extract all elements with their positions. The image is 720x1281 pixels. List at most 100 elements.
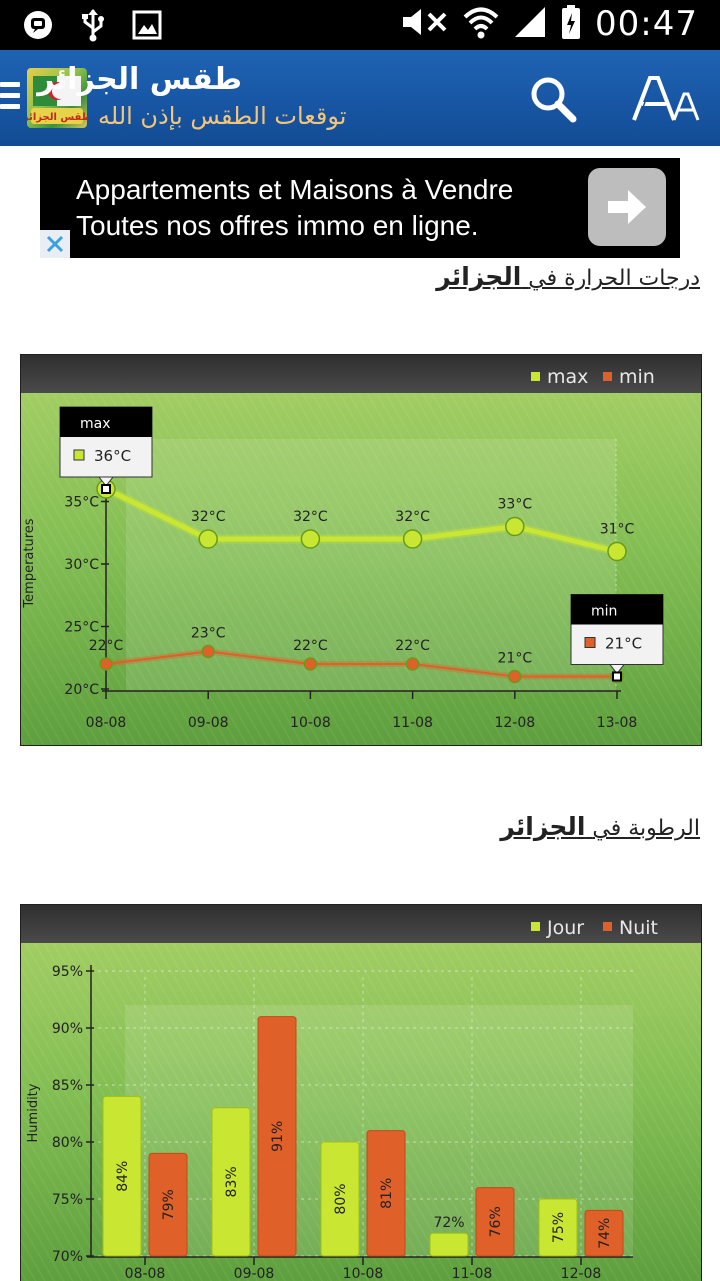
min-value-label: 22°C — [395, 638, 430, 654]
y-tick-label: 85% — [52, 1078, 83, 1094]
ad-description: Toutes nos offres immo en ligne. — [76, 210, 479, 241]
y-tick-label: 90% — [52, 1021, 83, 1037]
jour-bar-label: 84% — [115, 1161, 131, 1192]
tooltip-value: 21°C — [605, 635, 642, 653]
min-value-label: 23°C — [191, 626, 226, 642]
y-tick-label: 35°C — [64, 495, 99, 511]
x-tick-label: 08-08 — [86, 715, 127, 731]
y-tick-label: 25°C — [64, 620, 99, 636]
y-tick-label: 30°C — [64, 557, 99, 573]
humidity-heading: الرطوبة في الجزائر — [500, 812, 700, 841]
jour-bar-label: 83% — [224, 1166, 240, 1197]
nuit-bar-label: 79% — [161, 1189, 177, 1220]
legend-nuit-swatch — [603, 922, 612, 931]
legend-jour-label: Jour — [546, 917, 584, 939]
image-notification-icon — [132, 10, 162, 44]
arrow-right-icon — [608, 190, 646, 224]
ad-close-button[interactable] — [40, 230, 70, 258]
y-tick-label: 80% — [52, 1135, 83, 1151]
max-value-label: 31°C — [600, 522, 635, 538]
ad-open-button[interactable] — [588, 168, 666, 246]
search-button[interactable] — [526, 72, 580, 126]
jour-bar-label: 75% — [551, 1212, 567, 1243]
y-tick-label: 95% — [52, 964, 83, 980]
humidity-chart: Jour Nuit 70% 75% 80% 85% 90% 95% Humidity 08-08… — [20, 904, 702, 1281]
search-icon — [531, 77, 577, 123]
menu-button[interactable] — [0, 82, 22, 116]
font-size-icon — [632, 76, 700, 121]
tooltip-marker — [101, 484, 111, 494]
x-tick-label: 08-08 — [125, 1266, 166, 1281]
status-time: 00:47 — [595, 4, 698, 44]
y-tick-label: 75% — [52, 1192, 83, 1208]
nuit-bar-label: 91% — [270, 1121, 286, 1152]
jour-bar-label: 72% — [433, 1215, 464, 1231]
app-title: طقس الجزائر — [37, 62, 242, 97]
legend-max-label: max — [547, 366, 588, 388]
messenger-notification-icon — [22, 9, 54, 45]
x-tick-label: 12-08 — [561, 1266, 602, 1281]
battery-icon — [561, 4, 581, 44]
temperature-chart-svg: maxmin Temperatures20°C25°C30°C35°C4008-… — [21, 355, 701, 745]
logo-lettering: طقس الجزائر — [27, 112, 87, 123]
x-tick-label: 10-08 — [343, 1266, 384, 1281]
y-axis-label: Humidity — [26, 1083, 41, 1142]
max-value-label: 33°C — [498, 497, 533, 513]
x-tick-label: 13-08 — [597, 715, 638, 731]
min-value-label: 22°C — [89, 638, 124, 654]
max-value-label: 32°C — [293, 509, 328, 525]
x-tick-label: 09-08 — [188, 715, 229, 731]
y-tick-label: 20°C — [64, 682, 99, 698]
humidity-chart-svg: Jour Nuit 70% 75% 80% 85% 90% 95% Humidity 08-08… — [21, 905, 701, 1281]
wifi-icon — [463, 4, 499, 44]
temperature-chart: maxmin Temperatures20°C25°C30°C35°C4008-… — [20, 354, 702, 746]
x-tick-label: 11-08 — [452, 1266, 493, 1281]
legend-max-swatch — [531, 372, 540, 381]
nuit-bar-label: 81% — [379, 1178, 395, 1209]
min-point — [405, 657, 420, 671]
tooltip-title: max — [80, 416, 111, 432]
temperature-heading-city: الجزائر — [436, 262, 522, 291]
jour-bar — [429, 1232, 469, 1257]
min-point — [99, 657, 113, 671]
max-point — [300, 529, 321, 549]
min-point — [508, 669, 522, 684]
y-tick-label: 70% — [52, 1249, 83, 1265]
legend-min-label: min — [619, 366, 655, 388]
nuit-bar-label: 76% — [488, 1206, 504, 1237]
legend-min-swatch — [603, 372, 612, 381]
signal-icon — [513, 5, 547, 43]
max-point — [402, 529, 423, 549]
nuit-bar-label: 74% — [597, 1218, 613, 1249]
close-icon — [46, 235, 64, 253]
tooltip-value: 36°C — [94, 447, 131, 465]
min-value-label: 21°C — [498, 651, 533, 667]
tooltip-swatch — [584, 637, 596, 648]
ad-headline: Appartements et Maisons à Vendre — [76, 174, 514, 205]
app-bar: طقس الجزائر طقس الجزائر توقعات الطقس بإذ… — [0, 50, 720, 146]
min-point — [201, 644, 215, 659]
humidity-heading-prefix: الرطوبة في — [592, 816, 700, 841]
status-bar: 00:47 — [0, 0, 720, 50]
min-point — [303, 657, 318, 671]
max-value-label: 32°C — [191, 509, 226, 525]
humidity-heading-city: الجزائر — [500, 812, 586, 841]
max-point — [198, 529, 218, 549]
ad-banner[interactable]: Appartements et Maisons à Vendre Toutes … — [40, 158, 680, 258]
tooltip-swatch — [73, 449, 85, 461]
x-tick-label: 11-08 — [392, 715, 433, 731]
tooltip-title: min — [591, 604, 617, 620]
max-point — [607, 541, 627, 562]
temperature-heading-prefix: درجات الحرارة في — [528, 266, 700, 291]
legend-nuit-label: Nuit — [619, 917, 658, 939]
y-axis-label: Temperatures — [22, 518, 37, 608]
mute-icon — [399, 5, 449, 43]
x-tick-label: 10-08 — [290, 715, 331, 731]
font-size-button[interactable] — [630, 72, 700, 126]
jour-bar-label: 80% — [333, 1183, 349, 1214]
usb-icon — [80, 8, 106, 46]
min-value-label: 22°C — [293, 638, 328, 654]
tooltip-marker — [612, 671, 622, 682]
max-value-label: 32°C — [395, 509, 430, 525]
app-subtitle: توقعات الطقس بإذن الله — [98, 102, 347, 130]
